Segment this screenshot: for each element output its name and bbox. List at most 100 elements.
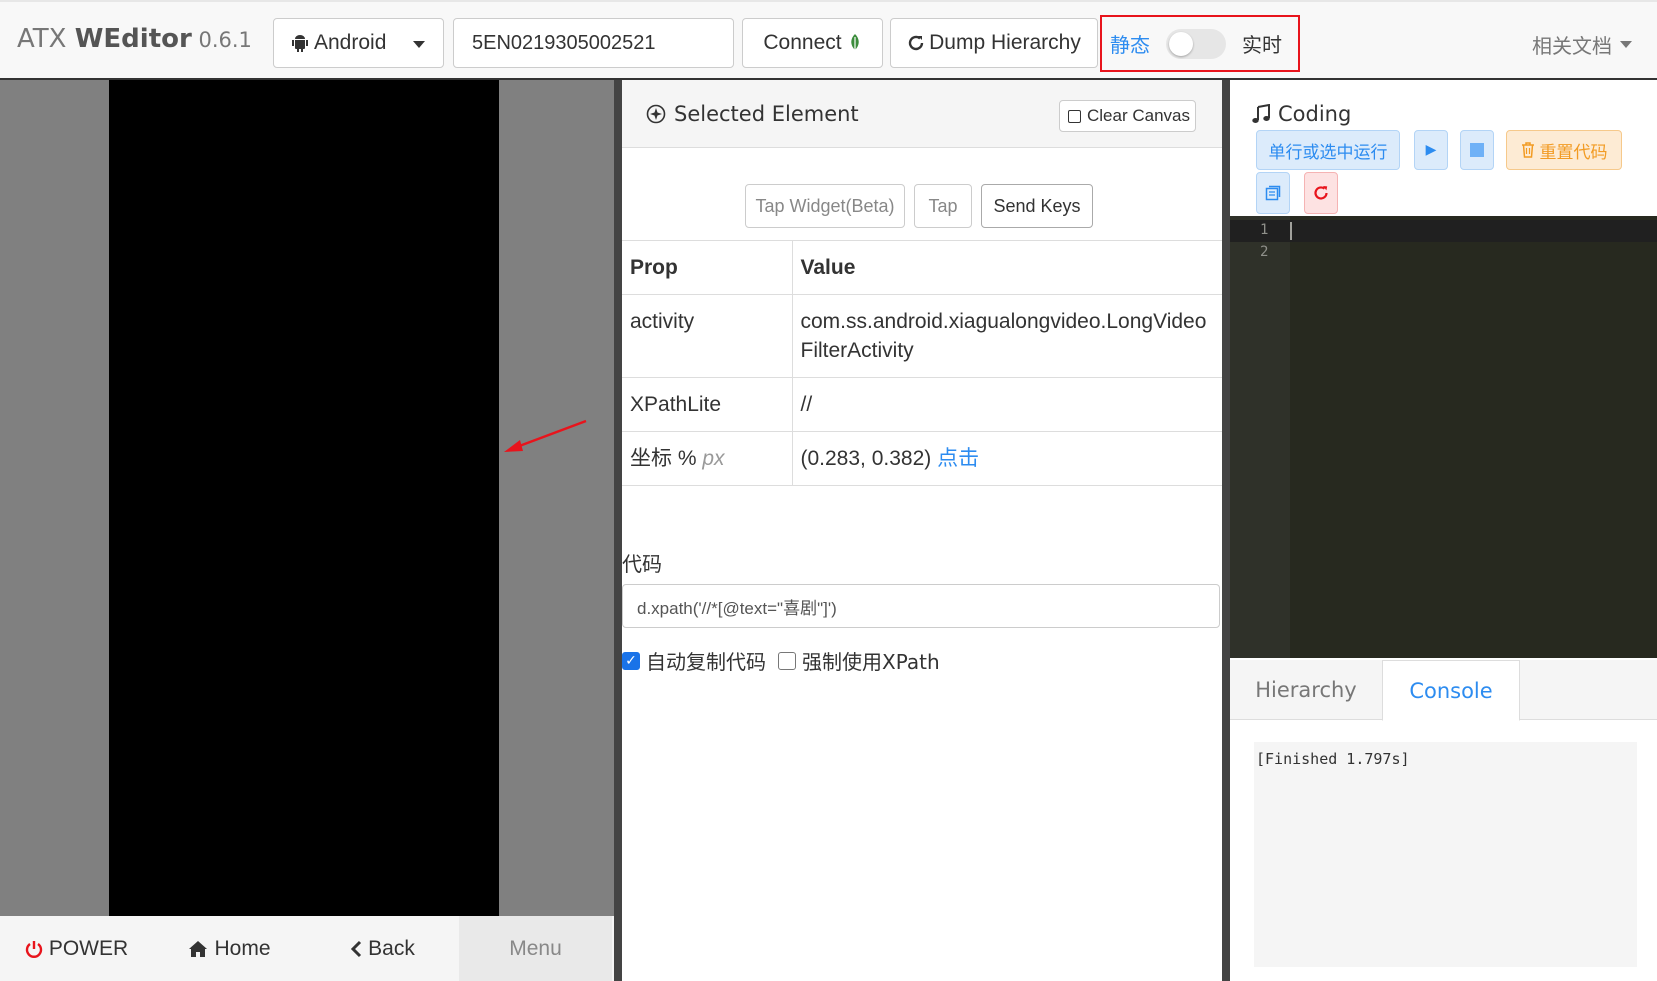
brand-prefix: ATX [17, 24, 75, 54]
home-button[interactable]: Home [153, 916, 306, 981]
run-selected-button[interactable]: 单行或选中运行 [1256, 130, 1400, 170]
reset-code-button[interactable]: 重置代码 [1506, 130, 1622, 170]
property-table: Prop Value activity com.ss.android.xiagu… [622, 240, 1222, 486]
leaf-icon [848, 33, 862, 53]
copy-code-button[interactable] [1256, 172, 1290, 214]
code-editor[interactable]: 1 2 [1230, 216, 1657, 658]
restart-button[interactable] [1304, 172, 1338, 214]
coord-prop-cell: 坐标 % px [622, 431, 793, 486]
selected-element-header: Selected Element Clear Canvas [622, 80, 1222, 148]
stop-icon [1470, 143, 1484, 157]
editor-cursor [1290, 222, 1292, 240]
docs-dropdown[interactable]: 相关文档 [1532, 30, 1632, 59]
android-icon [292, 34, 308, 52]
play-icon: ▶ [1425, 142, 1437, 158]
tab-console-label: Console [1409, 678, 1493, 703]
generated-code-value: d.xpath('//*[@text="喜剧"]') [637, 598, 837, 618]
power-icon [25, 940, 43, 958]
editor-gutter [1230, 216, 1290, 658]
panel-splitter-right[interactable] [1222, 80, 1230, 981]
generated-code-input[interactable]: d.xpath('//*[@text="喜剧"]') [622, 584, 1220, 628]
activity-value: com.ss.android.xiagualongvideo.LongVideo… [792, 294, 1222, 378]
docs-label: 相关文档 [1532, 34, 1612, 58]
run-selected-label: 单行或选中运行 [1268, 142, 1388, 163]
auto-copy-checkbox[interactable]: ✓ [622, 651, 640, 670]
toggle-knob [1169, 31, 1193, 56]
table-row: XPathLite // [622, 377, 1222, 432]
code-options: ✓ 自动复制代码 强制使用XPath [622, 646, 940, 675]
tab-hierarchy[interactable]: Hierarchy [1230, 660, 1382, 720]
selected-element-title: Selected Element [646, 102, 859, 126]
editor-active-line [1230, 220, 1657, 242]
back-button[interactable]: Back [306, 916, 459, 981]
prop-column-header: Prop [622, 240, 793, 295]
force-xpath-label: 强制使用XPath [802, 650, 940, 674]
tap-widget-button[interactable]: Tap Widget(Beta) [745, 184, 905, 228]
tab-console[interactable]: Console [1382, 660, 1520, 721]
app-brand[interactable]: ATX WEditor 0.6.1 [17, 24, 252, 54]
coord-value: (0.283, 0.382) [800, 447, 932, 470]
send-keys-button[interactable]: Send Keys [981, 184, 1093, 228]
power-label: POWER [48, 936, 129, 960]
tap-button[interactable]: Tap [914, 184, 972, 228]
coord-value-cell: (0.283, 0.382) 点击 [792, 431, 1222, 486]
trash-icon [1521, 142, 1535, 158]
dump-hierarchy-button[interactable]: Dump Hierarchy [890, 18, 1098, 68]
brand-version: 0.6.1 [191, 28, 252, 52]
reload-icon [1313, 185, 1329, 201]
console-output: [Finished 1.797s] [1254, 742, 1637, 967]
music-note-icon [1252, 104, 1270, 124]
line-number: 1 [1260, 222, 1269, 238]
coding-title: Coding [1252, 102, 1351, 126]
dump-hierarchy-label: Dump Hierarchy [929, 31, 1081, 54]
send-keys-label: Send Keys [993, 195, 1081, 216]
code-label: 代码 [622, 552, 662, 576]
table-row: 坐标 % px (0.283, 0.382) 点击 [622, 431, 1222, 486]
coding-title-text: Coding [1278, 102, 1352, 126]
platform-dropdown[interactable]: Android [273, 18, 444, 68]
connect-label: Connect [763, 31, 842, 54]
menu-label: Menu [509, 936, 562, 960]
reset-code-label: 重置代码 [1539, 142, 1608, 163]
tab-hierarchy-label: Hierarchy [1255, 678, 1357, 702]
arrow-icon [504, 419, 587, 452]
connect-button[interactable]: Connect [742, 18, 883, 68]
brand-name: WEditor [74, 24, 192, 54]
chevron-down-icon [413, 41, 425, 48]
device-screen[interactable] [109, 80, 499, 916]
xpath-prop: XPathLite [622, 377, 793, 432]
panel-splitter-left[interactable] [614, 80, 622, 981]
clear-canvas-label: Clear Canvas [1087, 106, 1190, 125]
console-output-text: [Finished 1.797s] [1256, 750, 1410, 768]
selected-element-panel: Selected Element Clear Canvas Tap Widget… [622, 80, 1222, 981]
square-icon [1068, 109, 1081, 123]
auto-copy-label: 自动复制代码 [646, 650, 766, 674]
mode-live-label: 实时 [1242, 33, 1282, 57]
top-navbar: ATX WEditor 0.6.1 Android 5EN02193050025… [0, 0, 1657, 80]
run-button[interactable]: ▶ [1414, 130, 1448, 170]
platform-label: Android [314, 31, 387, 54]
force-xpath-checkbox[interactable] [778, 651, 796, 670]
selected-element-title-text: Selected Element [674, 102, 859, 126]
chevron-left-icon [350, 940, 362, 958]
menu-button[interactable]: Menu [459, 916, 612, 981]
mode-static-label: 静态 [1110, 33, 1150, 57]
tap-widget-label: Tap Widget(Beta) [755, 195, 895, 216]
coord-percent-toggle[interactable]: % [678, 447, 697, 470]
refresh-icon [907, 34, 925, 52]
device-serial-input[interactable]: 5EN0219305002521 [453, 18, 734, 68]
realtime-toggle[interactable] [1166, 28, 1226, 59]
crosshair-icon [646, 104, 666, 124]
device-serial-value: 5EN0219305002521 [472, 31, 656, 54]
power-button[interactable]: POWER [0, 916, 153, 981]
clear-canvas-button[interactable]: Clear Canvas [1059, 100, 1196, 132]
stop-button[interactable] [1460, 130, 1494, 170]
table-header-row: Prop Value [622, 240, 1222, 295]
activity-prop: activity [622, 294, 793, 378]
device-nav-bar: POWER Home Back Menu [0, 916, 614, 981]
coord-click-link[interactable]: 点击 [937, 447, 979, 470]
home-label: Home [214, 936, 271, 960]
chevron-down-icon [1620, 41, 1632, 48]
coord-px-toggle[interactable]: px [702, 447, 724, 470]
line-number: 2 [1260, 244, 1269, 260]
